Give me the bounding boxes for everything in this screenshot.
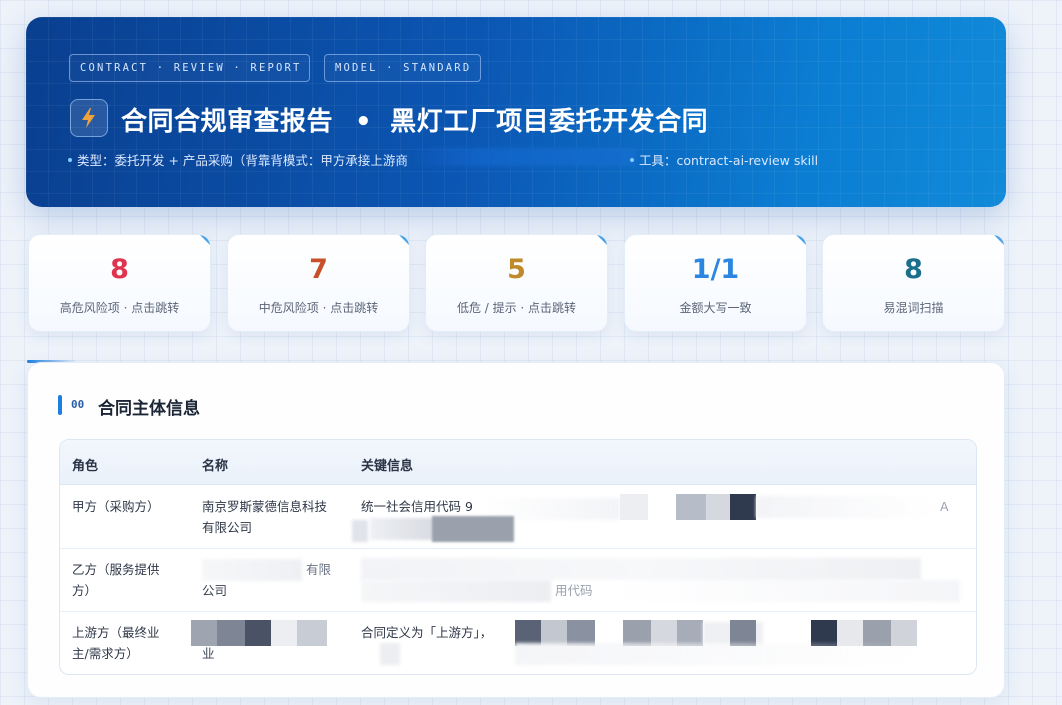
- info-line: 用代码: [555, 583, 593, 598]
- report-title: 合同合规审查报告: [121, 107, 334, 137]
- info-line: 合同定义为「上游方」，: [361, 625, 493, 640]
- contract-type: 类型：委托开发 + 产品采购（背靠背模式：甲方承接上游商: [68, 150, 408, 169]
- redaction: [620, 494, 648, 520]
- stat-card-low-risk[interactable]: 5 低危 / 提示 · 点击跳转: [425, 234, 608, 332]
- title-separator: •: [355, 107, 373, 137]
- redaction: [202, 559, 302, 581]
- name-cell: 南京罗斯蒙德信息科技 有限公司: [202, 496, 342, 538]
- stat-card-medium-risk[interactable]: 7 中危风险项 · 点击跳转: [227, 234, 410, 332]
- stat-value: 7: [309, 254, 328, 285]
- stat-label: 高危风险项 · 点击跳转: [59, 301, 180, 315]
- redaction: [352, 520, 368, 542]
- stat-value: 1/1: [691, 254, 740, 285]
- role-line: 主/需求方）: [72, 646, 139, 661]
- info-tail: A: [940, 499, 949, 514]
- redaction: [416, 148, 636, 166]
- section-marker: [58, 395, 62, 415]
- stat-card-amount-match: 1/1 金额大写一致: [624, 234, 807, 332]
- redaction: [217, 620, 245, 646]
- stat-label: 易混词扫描: [883, 301, 944, 315]
- redaction: [620, 580, 960, 602]
- redaction: [706, 494, 730, 520]
- stat-card-high-risk[interactable]: 8 高危风险项 · 点击跳转: [28, 234, 211, 332]
- role-line: 乙方（服务提供: [72, 562, 160, 577]
- report-header: CONTRACT · REVIEW · REPORT MODEL · STAND…: [26, 17, 1006, 207]
- name-line: 有限公司: [202, 520, 253, 535]
- column-header-name: 名称: [202, 459, 229, 474]
- redaction: [297, 620, 327, 646]
- name-line: 业: [202, 646, 215, 661]
- role-line: 甲方（采购方）: [72, 499, 160, 514]
- redaction: [361, 580, 551, 602]
- redaction: [271, 620, 297, 646]
- table-row: 甲方（采购方） 南京罗斯蒙德信息科技 有限公司 统一社会信用代码 9 A: [60, 486, 976, 549]
- name-line: 公司: [202, 583, 228, 598]
- stat-label: 低危 / 提示 · 点击跳转: [456, 301, 577, 315]
- stat-label: 中危风险项 · 点击跳转: [258, 301, 379, 315]
- redaction: [756, 496, 936, 518]
- contract-parties-section: 00 合同主体信息 角色 名称 关键信息 甲方（采购方） 南京罗斯蒙德信息科技 …: [27, 362, 1005, 698]
- redaction: [245, 620, 271, 646]
- name-line: 有限: [306, 562, 332, 577]
- table-row: 上游方（最终业 主/需求方） 业 合同定义为「上游方」，: [60, 612, 976, 674]
- redaction: [361, 558, 921, 580]
- contract-title: 黑灯工厂项目委托开发合同: [390, 107, 709, 137]
- info-cell: 合同定义为「上游方」，: [361, 622, 521, 643]
- page-title: 合同合规审查报告 • 黑灯工厂项目委托开发合同: [121, 101, 708, 138]
- redaction: [730, 494, 756, 520]
- table-row: 乙方（服务提供 方） 有限 公司 用代码: [60, 549, 976, 612]
- stat-card-confusable-words: 8 易混词扫描: [822, 234, 1005, 332]
- lightning-icon: [70, 99, 108, 137]
- table-header: 角色 名称 关键信息: [60, 440, 976, 485]
- parties-table: 角色 名称 关键信息 甲方（采购方） 南京罗斯蒙德信息科技 有限公司 统一社会信…: [59, 439, 977, 675]
- tag-model-standard: MODEL · STANDARD: [324, 54, 481, 82]
- role-line: 上游方（最终业: [72, 625, 160, 640]
- role-cell: 乙方（服务提供 方）: [72, 559, 182, 601]
- redaction: [370, 518, 440, 540]
- stat-value: 8: [904, 254, 923, 285]
- stat-label: 金额大写一致: [679, 301, 752, 315]
- role-cell: 甲方（采购方）: [72, 496, 182, 517]
- section-number: 00: [71, 398, 85, 411]
- stat-value: 5: [507, 254, 526, 285]
- stat-value: 8: [110, 254, 129, 285]
- redaction: [380, 643, 400, 665]
- redaction: [515, 643, 915, 665]
- redaction: [432, 516, 514, 542]
- role-cell: 上游方（最终业 主/需求方）: [72, 622, 182, 664]
- tag-contract-review-report: CONTRACT · REVIEW · REPORT: [69, 54, 310, 82]
- redaction: [676, 494, 706, 520]
- review-tool: 工具：contract-ai-review skill: [630, 150, 818, 169]
- column-header-info: 关键信息: [361, 459, 414, 474]
- section-title: 合同主体信息: [98, 399, 200, 419]
- role-line: 方）: [72, 583, 98, 598]
- name-line: 南京罗斯蒙德信息科技: [202, 499, 328, 514]
- column-header-role: 角色: [72, 459, 99, 474]
